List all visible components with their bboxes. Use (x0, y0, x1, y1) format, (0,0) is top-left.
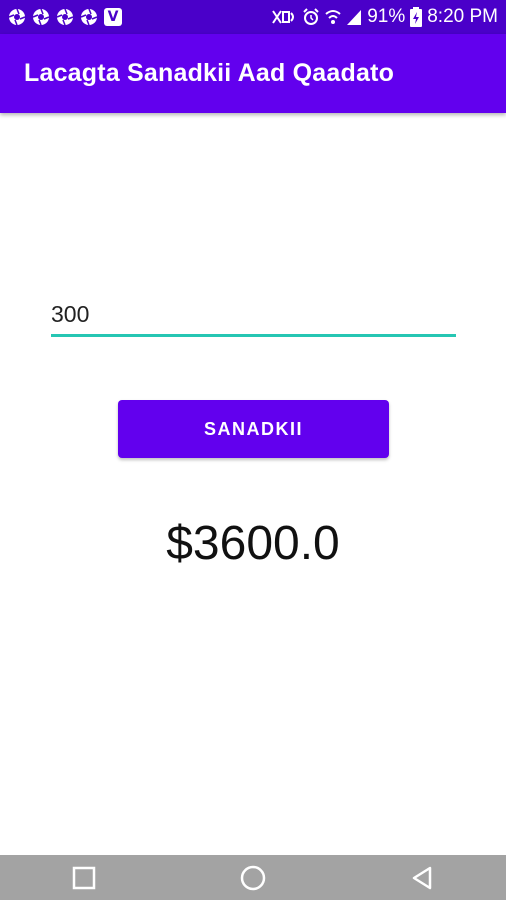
signal-icon (346, 8, 362, 26)
nfc-mute-icon (271, 8, 297, 26)
status-bar: V 91% 8:20 PM (0, 0, 506, 34)
battery-icon (410, 7, 423, 27)
aperture-icon (80, 8, 98, 26)
app-title: Lacagta Sanadkii Aad Qaadato (24, 59, 395, 87)
calculate-yearly-button[interactable]: SANADKII (118, 400, 389, 458)
home-circle-icon[interactable] (223, 855, 283, 900)
battery-percent: 91% (367, 6, 406, 27)
alarm-icon (302, 8, 320, 26)
app-bar: Lacagta Sanadkii Aad Qaadato (0, 34, 506, 113)
phone-screen: V 91% 8:20 PM Lacagta Sanadkii Aad Qaada… (0, 0, 506, 900)
clock: 8:20 PM (427, 6, 498, 27)
recents-square-icon[interactable] (54, 855, 114, 900)
wifi-icon (325, 8, 341, 26)
aperture-icon (8, 8, 26, 26)
result-amount: $3600.0 (166, 517, 340, 570)
amount-field-container (51, 296, 456, 337)
aperture-icon (56, 8, 74, 26)
amount-input[interactable] (51, 296, 456, 337)
navigation-bar (0, 855, 506, 900)
system-status: 91% 8:20 PM (271, 6, 498, 28)
back-triangle-icon[interactable] (392, 855, 452, 900)
notification-icons: V (8, 8, 122, 26)
aperture-icon (32, 8, 50, 26)
v-app-icon: V (104, 8, 122, 26)
